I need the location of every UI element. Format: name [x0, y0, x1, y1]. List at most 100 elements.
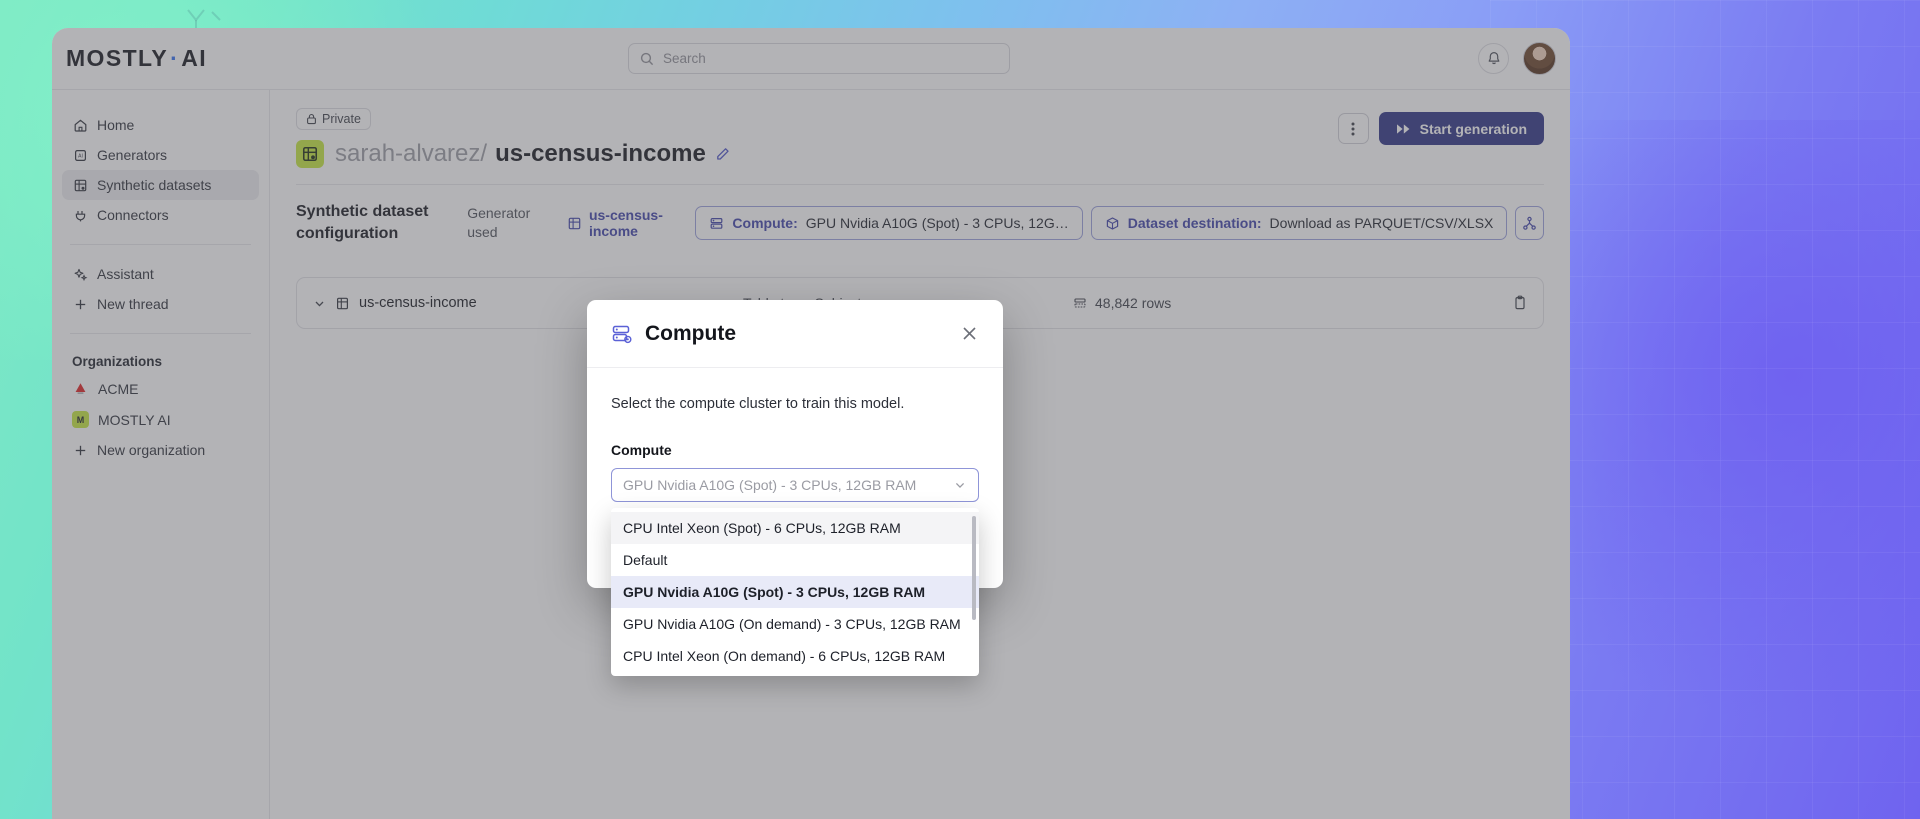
compute-option[interactable]: GPU Nvidia A10G (On demand) - 3 CPUs, 12…: [611, 608, 979, 640]
configuration-row: Synthetic dataset configuration Generato…: [296, 201, 1544, 245]
sidebar-divider-2: [70, 333, 251, 334]
generators-icon: AI: [72, 147, 88, 163]
brand-dot: ·: [170, 45, 180, 71]
sparkle-icon: [72, 266, 88, 282]
start-generation-label: Start generation: [1419, 120, 1527, 137]
sidebar-item-label: Synthetic datasets: [97, 177, 212, 193]
compute-options-dropdown[interactable]: CPU Intel Xeon (Spot) - 6 CPUs, 12GB RAM…: [611, 508, 979, 676]
avatar[interactable]: [1523, 42, 1556, 75]
rows-label: 48,842 rows: [1095, 295, 1172, 312]
server-gear-icon: [611, 323, 633, 345]
generator-icon: [567, 216, 582, 231]
acme-logo-icon: [72, 380, 89, 397]
server-icon: [709, 216, 724, 231]
plus-icon: [72, 442, 88, 458]
compute-select-value: GPU Nvidia A10G (Spot) - 3 CPUs, 12GB RA…: [623, 477, 917, 493]
sidebar-item-label: Assistant: [97, 266, 154, 282]
sidebar-divider-1: [70, 244, 251, 245]
compute-select[interactable]: GPU Nvidia A10G (Spot) - 3 CPUs, 12GB RA…: [611, 468, 979, 502]
sidebar-organizations-heading: Organizations: [72, 354, 163, 369]
sidebar-item-synthetic-datasets[interactable]: Synthetic datasets: [62, 170, 259, 200]
generator-used-line2: used: [467, 224, 498, 241]
fast-forward-icon: [1396, 123, 1411, 135]
connectors-icon: [72, 207, 88, 223]
compute-option-selected[interactable]: GPU Nvidia A10G (Spot) - 3 CPUs, 12GB RA…: [611, 576, 979, 608]
status-badge: Private: [296, 108, 371, 130]
mostly-ai-badge-icon: M: [72, 411, 89, 428]
brand-text-suffix: AI: [181, 45, 207, 71]
start-generation-button[interactable]: Start generation: [1378, 112, 1544, 145]
rows-icon: [1073, 296, 1087, 310]
bell-icon: [1487, 51, 1501, 66]
sidebar-item-org-mostly-ai[interactable]: M MOSTLY AI: [62, 404, 259, 435]
sidebar-item-label: New organization: [97, 442, 206, 458]
sidebar-item-new-organization[interactable]: New organization: [62, 435, 259, 465]
compute-modal: Compute Select the compute cluster to tr…: [587, 300, 1003, 676]
sidebar-item-label: ACME: [98, 380, 139, 397]
generator-link[interactable]: us-census-income: [567, 207, 687, 239]
copy-button[interactable]: [1513, 295, 1527, 311]
compute-modal-header: Compute: [587, 300, 1003, 368]
sidebar-item-label: Connectors: [97, 207, 169, 223]
generator-value: us-census-income: [588, 207, 663, 240]
dataset-destination-key: Dataset destination:: [1127, 215, 1262, 232]
table-icon: [335, 296, 350, 311]
compute-modal-description: Select the compute cluster to train this…: [611, 396, 905, 412]
synthetic-dataset-icon: [296, 140, 324, 168]
compute-modal-body: Select the compute cluster to train this…: [587, 368, 1003, 522]
compute-chip[interactable]: Compute: GPU Nvidia A10G (Spot) - 3 CPUs…: [695, 206, 1083, 241]
chevron-down-icon: [953, 478, 967, 492]
home-icon: [72, 117, 88, 133]
configuration-title-line1: Synthetic dataset: [296, 203, 429, 220]
generator-used-label: Generator used: [467, 204, 567, 243]
sidebar-item-label: Generators: [97, 147, 168, 163]
table-row-name-label: us-census-income: [359, 295, 477, 312]
sidebar-item-generators[interactable]: AI Generators: [62, 140, 259, 170]
more-actions-button[interactable]: [1337, 113, 1369, 144]
compute-option[interactable]: Default: [611, 544, 979, 576]
hierarchy-icon: [1522, 216, 1537, 231]
sidebar-item-label: Home: [97, 117, 135, 133]
table-row-count: 48,842 rows: [1073, 295, 1513, 311]
dataset-destination-value: Download as PARQUET/CSV/XLSX: [1269, 215, 1494, 232]
compute-option[interactable]: CPU Intel Xeon (Spot) - 6 CPUs, 12GB RAM: [611, 512, 979, 544]
search-icon: [640, 52, 654, 66]
configuration-title: Synthetic dataset configuration: [296, 201, 467, 245]
page-title-name: us-census-income: [495, 140, 706, 167]
sidebar-item-label: MOSTLY AI: [98, 411, 171, 428]
sidebar-item-connectors[interactable]: Connectors: [62, 200, 259, 230]
top-bar: MOSTLY · AI Search: [52, 28, 1570, 90]
sidebar-item-new-thread[interactable]: New thread: [62, 289, 259, 319]
topbar-actions: [1478, 42, 1556, 75]
generator-used-line1: Generator: [467, 204, 531, 221]
header-actions: Start generation: [1337, 112, 1544, 145]
search-input[interactable]: Search: [628, 43, 1010, 74]
sidebar-item-org-acme[interactable]: ACME: [62, 373, 259, 404]
compute-option[interactable]: CPU Intel Xeon (On demand) - 6 CPUs, 12G…: [611, 640, 979, 672]
compute-chip-key: Compute:: [732, 215, 798, 232]
close-icon[interactable]: [960, 324, 979, 343]
package-icon: [1105, 216, 1120, 231]
edit-icon[interactable]: [714, 146, 731, 163]
configuration-title-line2: configuration: [296, 225, 399, 243]
brand-text: MOSTLY: [66, 45, 169, 71]
sidebar-item-label: New thread: [97, 296, 169, 312]
sidebar: Home AI Generators Synthetic datasets Co…: [52, 90, 270, 819]
sidebar-item-assistant[interactable]: Assistant: [62, 259, 259, 289]
chevron-down-icon[interactable]: [313, 297, 326, 310]
brand-logo[interactable]: MOSTLY · AI: [66, 45, 207, 72]
dataset-destination-chip[interactable]: Dataset destination: Download as PARQUET…: [1090, 206, 1508, 241]
svg-text:AI: AI: [78, 153, 83, 159]
table-relations-button[interactable]: [1515, 206, 1544, 241]
status-badge-label: Private: [322, 112, 361, 126]
sidebar-item-home[interactable]: Home: [62, 110, 259, 140]
search-placeholder: Search: [663, 51, 706, 66]
compute-field-label: Compute: [611, 442, 672, 458]
compute-modal-title: Compute: [645, 321, 736, 345]
dropdown-scrollbar[interactable]: [972, 516, 976, 620]
notifications-button[interactable]: [1478, 43, 1509, 74]
screenshot-root: MOSTLY · AI Search Home AI Generators Sy…: [0, 0, 1920, 819]
page-title: sarah-alvarez/us-census-income: [335, 140, 731, 168]
compute-chip-value: GPU Nvidia A10G (Spot) - 3 CPUs, 12G…: [805, 215, 1069, 232]
synthetic-datasets-icon: [72, 177, 88, 193]
